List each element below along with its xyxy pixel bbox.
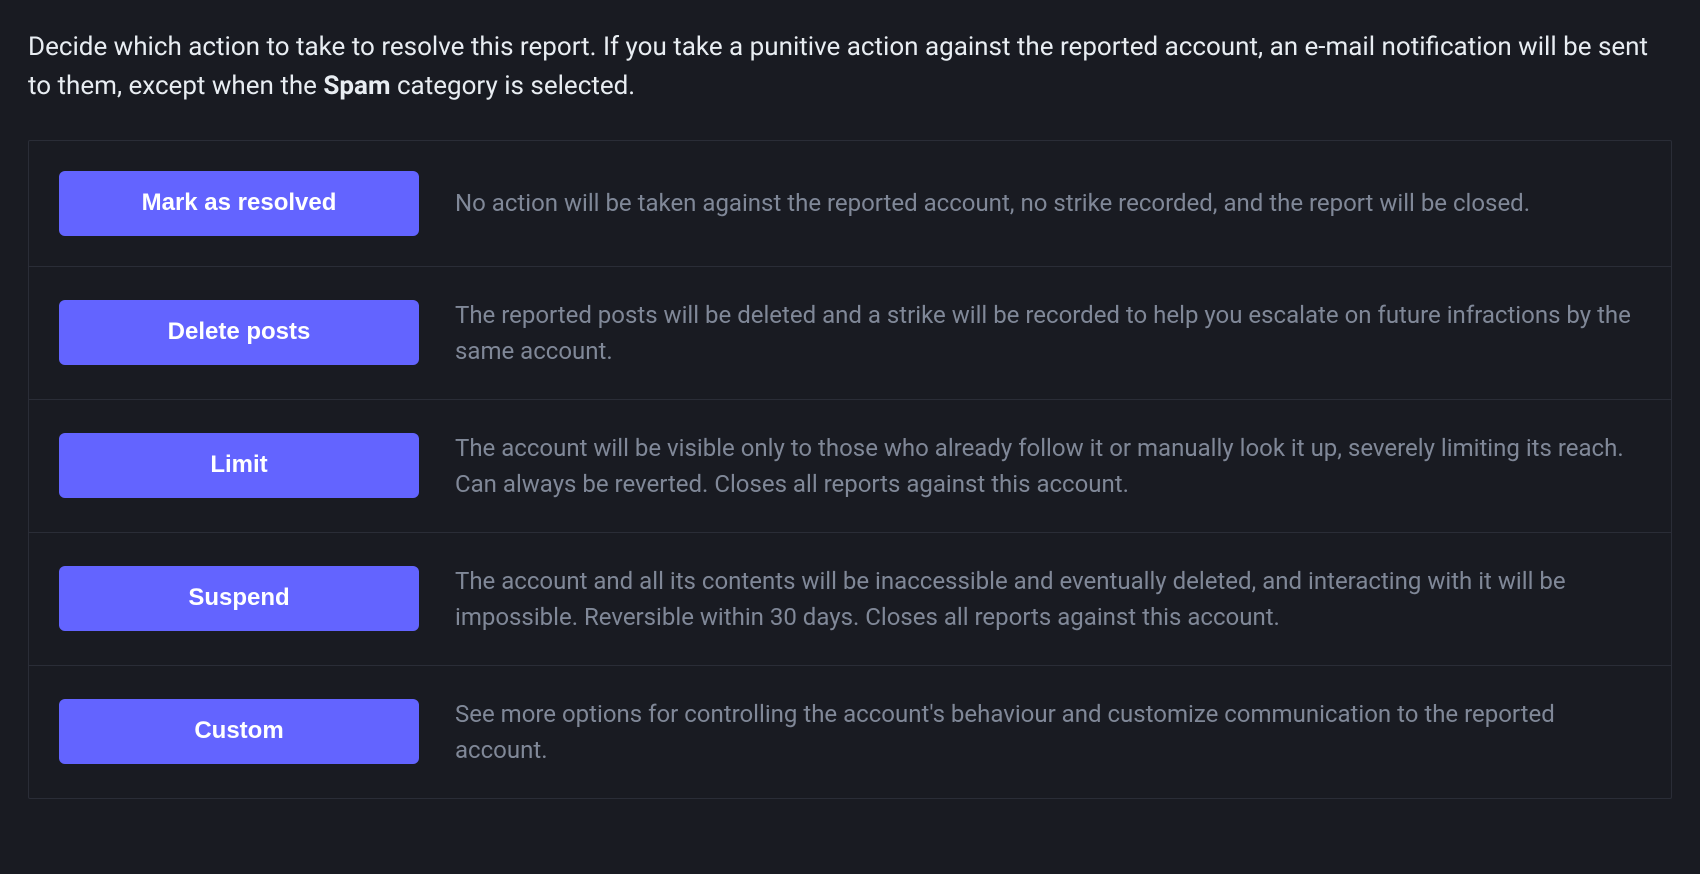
- actions-list: Mark as resolved No action will be taken…: [28, 140, 1672, 799]
- action-row-resolve: Mark as resolved No action will be taken…: [29, 141, 1671, 267]
- intro-suffix: category is selected.: [391, 71, 636, 101]
- action-row-custom: Custom See more options for controlling …: [29, 666, 1671, 798]
- action-row-limit: Limit The account will be visible only t…: [29, 400, 1671, 533]
- limit-description: The account will be visible only to thos…: [455, 430, 1641, 502]
- limit-button[interactable]: Limit: [59, 433, 419, 498]
- delete-posts-description: The reported posts will be deleted and a…: [455, 297, 1641, 369]
- mark-as-resolved-button[interactable]: Mark as resolved: [59, 171, 419, 236]
- action-row-suspend: Suspend The account and all its contents…: [29, 533, 1671, 666]
- custom-description: See more options for controlling the acc…: [455, 696, 1641, 768]
- delete-posts-button[interactable]: Delete posts: [59, 300, 419, 365]
- intro-text: Decide which action to take to resolve t…: [28, 28, 1672, 106]
- report-actions-panel: Decide which action to take to resolve t…: [0, 0, 1700, 839]
- intro-bold: Spam: [323, 71, 390, 101]
- suspend-description: The account and all its contents will be…: [455, 563, 1641, 635]
- suspend-button[interactable]: Suspend: [59, 566, 419, 631]
- custom-button[interactable]: Custom: [59, 699, 419, 764]
- action-row-delete-posts: Delete posts The reported posts will be …: [29, 267, 1671, 400]
- intro-prefix: Decide which action to take to resolve t…: [28, 32, 1648, 101]
- mark-as-resolved-description: No action will be taken against the repo…: [455, 185, 1641, 221]
